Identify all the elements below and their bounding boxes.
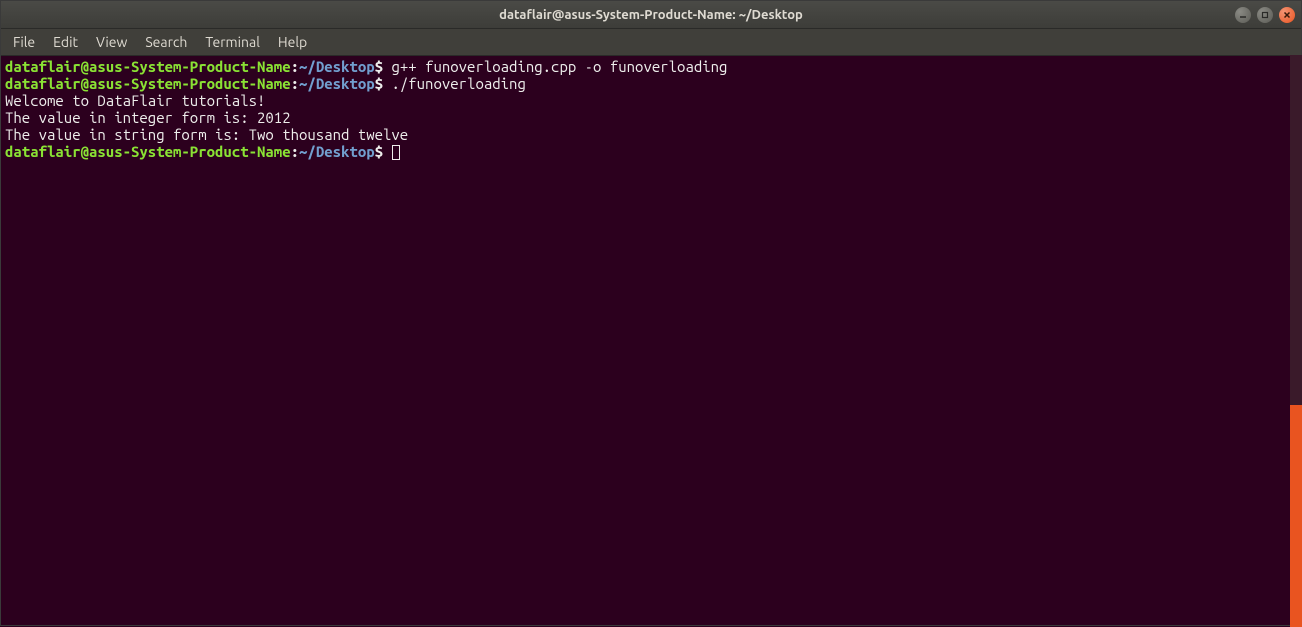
window-controls <box>1235 7 1295 23</box>
command-text: ./funoverloading <box>383 75 526 92</box>
prompt-colon: : <box>291 58 299 75</box>
prompt-user-host: dataflair@asus-System-Product-Name <box>5 58 291 75</box>
output-line: The value in string form is: Two thousan… <box>5 126 1297 143</box>
prompt-path-dir: Desktop <box>316 75 375 92</box>
titlebar[interactable]: dataflair@asus-System-Product-Name: ~/De… <box>1 1 1301 29</box>
menu-edit[interactable]: Edit <box>45 31 86 53</box>
command-text <box>383 143 391 160</box>
prompt-dollar: $ <box>375 75 383 92</box>
close-button[interactable] <box>1279 7 1295 23</box>
prompt-dollar: $ <box>375 143 383 160</box>
prompt-user-host: dataflair@asus-System-Product-Name <box>5 143 291 160</box>
prompt-dollar: $ <box>375 58 383 75</box>
output-line: The value in integer form is: 2012 <box>5 109 1297 126</box>
menubar: File Edit View Search Terminal Help <box>1 29 1301 56</box>
prompt-path-prefix: ~/ <box>299 143 316 160</box>
prompt-path-prefix: ~/ <box>299 75 316 92</box>
cursor-icon <box>392 145 400 160</box>
window-title: dataflair@asus-System-Product-Name: ~/De… <box>499 8 803 22</box>
terminal-window: dataflair@asus-System-Product-Name: ~/De… <box>0 0 1302 626</box>
close-icon <box>1283 11 1291 19</box>
menu-file[interactable]: File <box>5 31 43 53</box>
terminal-line: dataflair@asus-System-Product-Name:~/Des… <box>5 58 1297 75</box>
menu-terminal[interactable]: Terminal <box>197 31 268 53</box>
terminal-body[interactable]: dataflair@asus-System-Product-Name:~/Des… <box>1 56 1301 625</box>
output-line: Welcome to DataFlair tutorials! <box>5 92 1297 109</box>
scrollbar-thumb[interactable] <box>1290 405 1302 627</box>
terminal-line: dataflair@asus-System-Product-Name:~/Des… <box>5 143 1297 160</box>
prompt-path-dir: Desktop <box>316 143 375 160</box>
prompt-path-prefix: ~/ <box>299 58 316 75</box>
prompt-path-dir: Desktop <box>316 58 375 75</box>
menu-search[interactable]: Search <box>137 31 195 53</box>
maximize-icon <box>1261 11 1269 19</box>
menu-view[interactable]: View <box>88 31 135 53</box>
menu-help[interactable]: Help <box>270 31 315 53</box>
prompt-colon: : <box>291 143 299 160</box>
scrollbar[interactable] <box>1290 55 1302 626</box>
prompt-user-host: dataflair@asus-System-Product-Name <box>5 75 291 92</box>
maximize-button[interactable] <box>1257 7 1273 23</box>
minimize-icon <box>1239 11 1247 19</box>
command-text: g++ funoverloading.cpp -o funoverloading <box>383 58 727 75</box>
minimize-button[interactable] <box>1235 7 1251 23</box>
terminal-line: dataflair@asus-System-Product-Name:~/Des… <box>5 75 1297 92</box>
prompt-colon: : <box>291 75 299 92</box>
